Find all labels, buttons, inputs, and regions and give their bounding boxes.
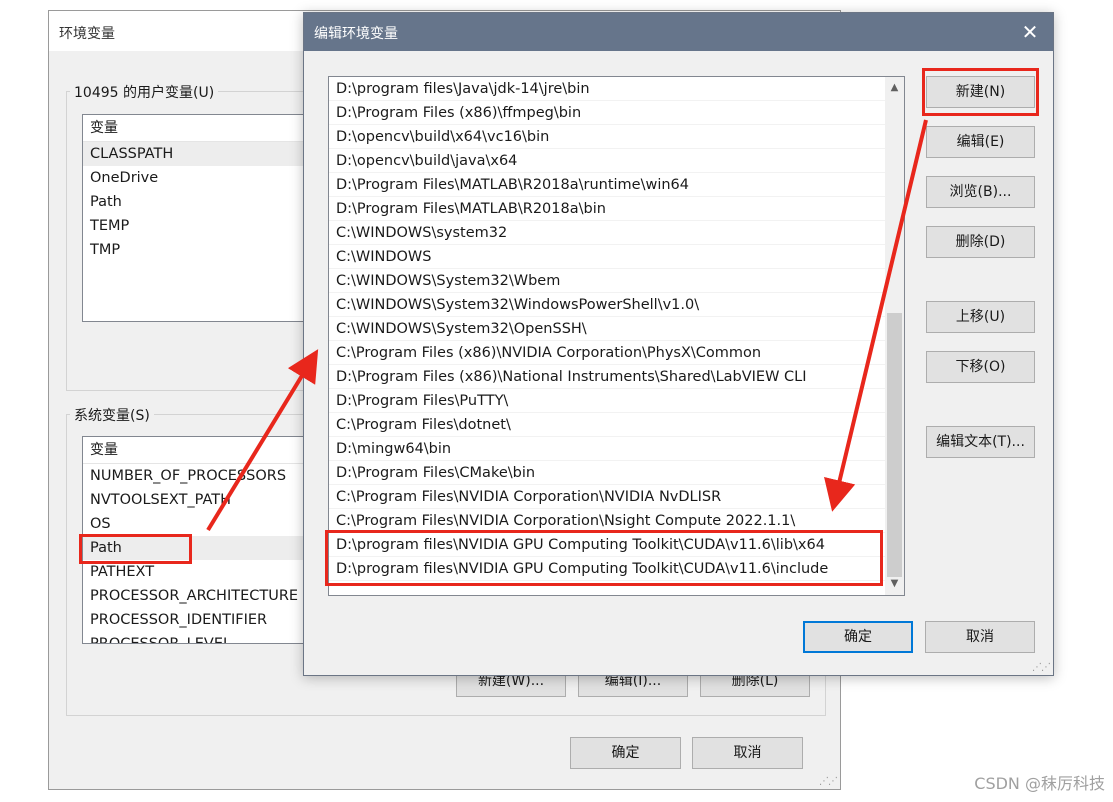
system-vars-label: 系统变量(S)	[70, 405, 154, 425]
path-highlight-box	[79, 534, 192, 564]
vertical-scrollbar[interactable]: ▲ ▼	[885, 77, 904, 595]
list-item[interactable]: D:\Program Files\MATLAB\R2018a\bin	[329, 197, 885, 221]
list-item[interactable]: D:\Program Files\PuTTY\	[329, 389, 885, 413]
env-ok-button[interactable]: 确定	[570, 737, 681, 769]
list-item[interactable]: D:\Program Files\CMake\bin	[329, 461, 885, 485]
move-up-button[interactable]: 上移(U)	[926, 301, 1035, 333]
path-entries-list[interactable]: D:\program files\Java\jdk-14\jre\bin D:\…	[328, 76, 905, 596]
list-item[interactable]: C:\Program Files\dotnet\	[329, 413, 885, 437]
list-item[interactable]: D:\opencv\build\java\x64	[329, 149, 885, 173]
close-icon[interactable]: ✕	[1007, 13, 1053, 51]
list-item[interactable]: D:\Program Files (x86)\National Instrume…	[329, 365, 885, 389]
list-item[interactable]: C:\WINDOWS\System32\Wbem	[329, 269, 885, 293]
scroll-down-icon[interactable]: ▼	[885, 575, 904, 593]
env-cancel-button[interactable]: 取消	[692, 737, 803, 769]
list-item[interactable]: C:\WINDOWS\System32\WindowsPowerShell\v1…	[329, 293, 885, 317]
edit-button[interactable]: 编辑(E)	[926, 126, 1035, 158]
scroll-up-icon[interactable]: ▲	[885, 79, 904, 97]
delete-button[interactable]: 删除(D)	[926, 226, 1035, 258]
move-down-button[interactable]: 下移(O)	[926, 351, 1035, 383]
watermark: CSDN @秣厉科技	[974, 774, 1105, 793]
list-item[interactable]: C:\Program Files (x86)\NVIDIA Corporatio…	[329, 341, 885, 365]
list-item[interactable]: D:\Program Files\MATLAB\R2018a\runtime\w…	[329, 173, 885, 197]
list-item[interactable]: D:\Program Files (x86)\ffmpeg\bin	[329, 101, 885, 125]
browse-button[interactable]: 浏览(B)...	[926, 176, 1035, 208]
list-item[interactable]: C:\WINDOWS\System32\OpenSSH\	[329, 317, 885, 341]
ok-button[interactable]: 确定	[803, 621, 913, 653]
resize-grip-icon[interactable]: ⋰⋰	[1032, 662, 1051, 673]
list-item[interactable]: D:\mingw64\bin	[329, 437, 885, 461]
list-item[interactable]: C:\WINDOWS	[329, 245, 885, 269]
scrollbar-thumb[interactable]	[887, 313, 902, 577]
list-item[interactable]: C:\WINDOWS\system32	[329, 221, 885, 245]
list-item[interactable]: D:\opencv\build\x64\vc16\bin	[329, 125, 885, 149]
edit-text-button[interactable]: 编辑文本(T)...	[926, 426, 1035, 458]
cuda-paths-highlight-box	[325, 530, 883, 586]
dialog-titlebar: 编辑环境变量 ✕	[304, 13, 1053, 51]
list-item[interactable]: D:\program files\Java\jdk-14\jre\bin	[329, 77, 885, 101]
list-item[interactable]: C:\Program Files\NVIDIA Corporation\NVID…	[329, 485, 885, 509]
resize-grip-icon[interactable]: ⋰⋰	[819, 776, 838, 787]
dialog-title: 编辑环境变量	[314, 26, 398, 42]
new-button-highlight-box	[922, 68, 1039, 116]
cancel-button[interactable]: 取消	[925, 621, 1035, 653]
env-window-title: 环境变量	[59, 26, 115, 42]
user-vars-label: 10495 的用户变量(U)	[70, 82, 219, 102]
